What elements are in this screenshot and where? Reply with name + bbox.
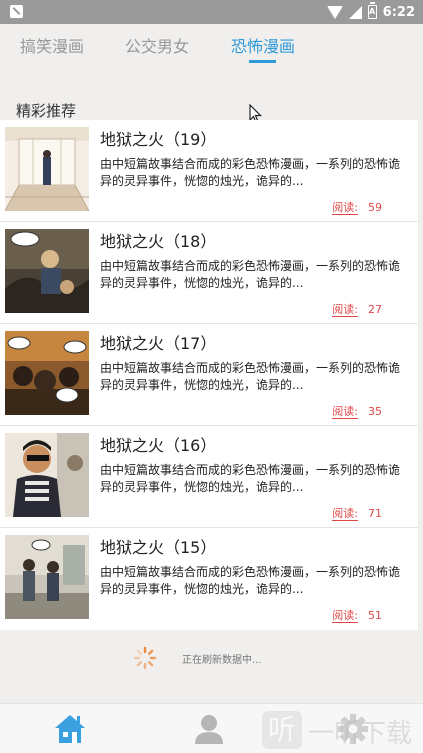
read-label: 阅读: [332, 303, 358, 317]
read-value: 71 [368, 507, 382, 520]
comic-title: 地狱之火（17） [100, 334, 217, 353]
home-icon[interactable] [53, 712, 87, 746]
comic-list: 地狱之火（19） 由中短篇故事结合而成的彩色恐怖漫画，一系列的恐怖诡异的灵异事件… [0, 120, 418, 630]
tab-bus-comics[interactable]: 公交男女 [125, 33, 189, 57]
comic-description: 由中短篇故事结合而成的彩色恐怖漫画，一系列的恐怖诡异的灵异事件，恍惚的烛光，诡异… [100, 361, 401, 392]
gear-icon[interactable] [336, 712, 370, 746]
tab-horror-comics[interactable]: 恐怖漫画 [231, 33, 295, 57]
comic-thumbnail [5, 535, 89, 619]
list-item[interactable]: 地狱之火（19） 由中短篇故事结合而成的彩色恐怖漫画，一系列的恐怖诡异的灵异事件… [0, 120, 418, 222]
wifi-icon [326, 5, 343, 19]
read-label: 阅读: [332, 609, 358, 623]
read-count: 阅读: 71 [332, 505, 382, 521]
comic-title: 地狱之火（16） [100, 436, 217, 455]
read-label: 阅读: [332, 201, 358, 215]
read-count: 阅读: 59 [332, 199, 382, 215]
status-bar: A 6:22 [0, 0, 423, 24]
battery-icon: A [367, 2, 377, 19]
comic-title: 地狱之火（15） [100, 538, 217, 557]
read-count: 阅读: 27 [332, 301, 382, 317]
read-count: 阅读: 35 [332, 403, 382, 419]
comic-description: 由中短篇故事结合而成的彩色恐怖漫画，一系列的恐怖诡异的灵异事件，恍惚的烛光，诡异… [100, 259, 401, 290]
status-time: 6:22 [382, 4, 415, 20]
list-item[interactable]: 地狱之火（16） 由中短篇故事结合而成的彩色恐怖漫画，一系列的恐怖诡异的灵异事件… [0, 426, 418, 528]
user-icon[interactable] [192, 712, 226, 746]
loading-spinner-icon [133, 646, 157, 670]
comic-thumbnail [5, 331, 89, 415]
comic-description: 由中短篇故事结合而成的彩色恐怖漫画，一系列的恐怖诡异的灵异事件，恍惚的烛光，诡异… [100, 157, 401, 188]
comic-title: 地狱之火（18） [100, 232, 217, 251]
comic-thumbnail [5, 229, 89, 313]
list-item[interactable]: 地狱之火（15） 由中短篇故事结合而成的彩色恐怖漫画，一系列的恐怖诡异的灵异事件… [0, 528, 418, 630]
signal-icon [348, 5, 362, 19]
list-item[interactable]: 地狱之火（17） 由中短篇故事结合而成的彩色恐怖漫画，一系列的恐怖诡异的灵异事件… [0, 324, 418, 426]
status-icons: A 6:22 [326, 2, 415, 21]
loading-text: 正在刷新数据中... [182, 655, 262, 666]
read-value: 35 [368, 405, 382, 418]
comic-title: 地狱之火（19） [100, 130, 217, 149]
read-value: 27 [368, 303, 382, 316]
section-title: 精彩推荐 [16, 102, 77, 120]
comic-thumbnail [5, 127, 89, 211]
comic-description: 由中短篇故事结合而成的彩色恐怖漫画，一系列的恐怖诡异的灵异事件，恍惚的烛光，诡异… [100, 463, 401, 494]
read-label: 阅读: [332, 507, 358, 521]
comic-description: 由中短篇故事结合而成的彩色恐怖漫画，一系列的恐怖诡异的灵异事件，恍惚的烛光，诡异… [100, 565, 401, 596]
list-item[interactable]: 地狱之火（18） 由中短篇故事结合而成的彩色恐怖漫画，一系列的恐怖诡异的灵异事件… [0, 222, 418, 324]
bottom-navigation: 听 一听下载 [0, 703, 423, 753]
read-count: 阅读: 51 [332, 607, 382, 623]
category-tabs: 搞笑漫画 公交男女 恐怖漫画 [0, 24, 423, 68]
active-tab-indicator [249, 60, 276, 63]
tab-funny-comics[interactable]: 搞笑漫画 [20, 33, 84, 57]
refresh-indicator: 正在刷新数据中... [0, 643, 423, 673]
watermark-box: 听 [262, 711, 302, 749]
notification-icon [10, 5, 23, 18]
read-value: 59 [368, 201, 382, 214]
comic-thumbnail [5, 433, 89, 517]
read-label: 阅读: [332, 405, 358, 419]
read-value: 51 [368, 609, 382, 622]
